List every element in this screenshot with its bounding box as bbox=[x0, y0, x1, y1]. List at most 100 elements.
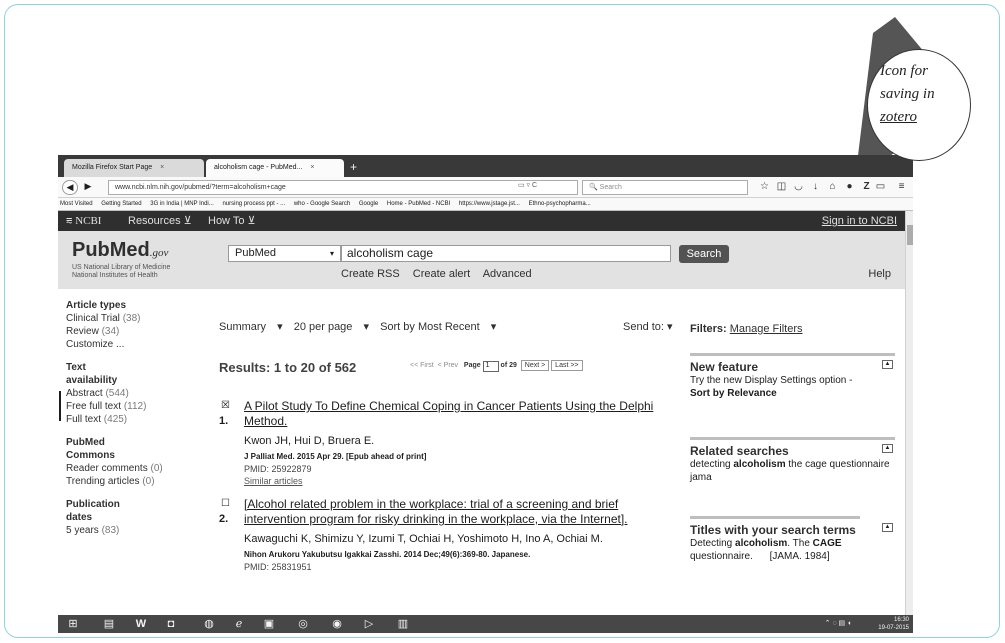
zotero-save-icon[interactable]: ▭ bbox=[874, 180, 887, 194]
resources-menu[interactable]: Resources ⊻ bbox=[128, 211, 192, 231]
advanced-link[interactable]: Advanced bbox=[483, 268, 532, 280]
search-button[interactable]: Search bbox=[679, 245, 729, 263]
page-number-input[interactable]: 1 bbox=[482, 361, 499, 372]
forward-icon[interactable]: ▶ bbox=[80, 180, 96, 195]
pubmed-logo[interactable]: PubMed.gov bbox=[72, 239, 168, 262]
result-checkbox[interactable]: ☒ bbox=[221, 399, 230, 412]
database-select[interactable]: PubMed ▾ bbox=[228, 245, 341, 262]
ncbi-logo[interactable]: ⩳ NCBI bbox=[66, 211, 101, 231]
close-tab-icon[interactable]: × bbox=[310, 164, 314, 171]
clock-date: 19-07-2015 bbox=[878, 625, 909, 631]
send-to-dropdown[interactable]: Send to: ▾ bbox=[623, 320, 673, 333]
page-total: of 29 bbox=[500, 362, 517, 369]
clock: 16:30 19-07-2015 bbox=[878, 616, 909, 632]
menu-icon[interactable]: ≡ bbox=[895, 180, 908, 194]
collapse-toggle-icon[interactable]: ▲ bbox=[882, 360, 893, 369]
bookmark-item[interactable]: who - Google Search bbox=[294, 201, 350, 207]
firefox-icon[interactable]: ◉ bbox=[326, 616, 348, 632]
bookmark-star-icon[interactable]: ☆ bbox=[758, 180, 771, 194]
download-icon[interactable]: ↓ bbox=[809, 180, 822, 194]
filter-link[interactable]: Trending articles (0) bbox=[66, 475, 206, 488]
new-feature-panel: New feature ▲ Try the new Display Settin… bbox=[690, 353, 895, 400]
next-page-button[interactable]: Next > bbox=[520, 360, 550, 371]
filter-link[interactable]: 5 years (83) bbox=[66, 524, 206, 537]
help-link[interactable]: Help bbox=[868, 268, 891, 280]
browser-search-input[interactable]: 🔍 Search bbox=[582, 180, 748, 195]
result-checkbox[interactable]: ☐ bbox=[221, 497, 230, 510]
result-title-link[interactable]: A Pilot Study To Define Chemical Coping … bbox=[244, 399, 674, 429]
create-rss-link[interactable]: Create RSS bbox=[341, 268, 400, 280]
panel-title: New feature bbox=[690, 353, 895, 374]
system-tray-icons[interactable]: ⌃ ◌ ▤ ◖ bbox=[818, 616, 858, 632]
title-match-link[interactable]: Detecting alcoholism. The CAGE questionn… bbox=[690, 537, 895, 563]
home-icon[interactable]: ⌂ bbox=[826, 180, 839, 194]
result-journal: J Palliat Med. 2015 Apr 29. [Epub ahead … bbox=[244, 452, 427, 461]
bookmark-item[interactable]: https://www.jstage.jst... bbox=[459, 201, 520, 207]
reading-list-icon[interactable]: ◫ bbox=[775, 180, 788, 194]
close-tab-icon[interactable]: × bbox=[160, 164, 164, 171]
result-title-link[interactable]: [Alcohol related problem in the workplac… bbox=[244, 497, 674, 527]
collapse-toggle-icon[interactable]: ▲ bbox=[882, 523, 893, 532]
similar-articles-link[interactable]: Similar articles bbox=[244, 475, 303, 488]
file-explorer-icon[interactable]: ▤ bbox=[98, 616, 120, 632]
sort-by-relevance-link[interactable]: Sort by Relevance bbox=[690, 387, 895, 400]
first-page-link[interactable]: << First bbox=[410, 362, 434, 369]
sort-dropdown[interactable]: Sort by Most Recent ▾ bbox=[380, 321, 496, 333]
new-tab-button[interactable]: + bbox=[350, 160, 357, 174]
bookmark-item[interactable]: Google bbox=[359, 201, 378, 207]
pocket-icon[interactable]: ◡ bbox=[792, 180, 805, 194]
manage-filters-link[interactable]: Manage Filters bbox=[730, 323, 803, 335]
bookmark-item[interactable]: Most Visited bbox=[60, 201, 93, 207]
word-icon[interactable]: W bbox=[130, 616, 152, 632]
windows-start-icon[interactable]: ⊞ bbox=[62, 616, 84, 632]
sign-in-link[interactable]: Sign in to NCBI bbox=[822, 211, 897, 231]
create-alert-link[interactable]: Create alert bbox=[413, 268, 470, 280]
bookmark-item[interactable]: 3G in India | MNP Indi... bbox=[150, 201, 213, 207]
media-player-icon[interactable]: ▷ bbox=[358, 616, 380, 632]
reload-icon[interactable]: ▭ ▿ C bbox=[518, 181, 537, 189]
app-icon[interactable]: ◎ bbox=[292, 616, 314, 632]
last-page-button[interactable]: Last >> bbox=[551, 360, 583, 371]
scrollbar-thumb[interactable] bbox=[907, 225, 913, 245]
app-icon[interactable]: ▥ bbox=[392, 616, 414, 632]
search-input[interactable]: alcoholism cage bbox=[341, 245, 671, 262]
window-icon[interactable]: ◘ bbox=[160, 616, 182, 632]
related-search-link[interactable]: detecting alcoholism the cage questionna… bbox=[690, 458, 895, 484]
tab-pubmed[interactable]: alcoholism cage - PubMed... × bbox=[206, 159, 344, 177]
tab-bar: Mozilla Firefox Start Page × alcoholism c… bbox=[58, 155, 913, 177]
filter-link[interactable]: Full text (425) bbox=[66, 413, 206, 426]
filter-link[interactable]: Review (34) bbox=[66, 325, 206, 338]
chat-icon[interactable]: ● bbox=[843, 180, 856, 194]
browser-screenshot: Mozilla Firefox Start Page × alcoholism c… bbox=[58, 155, 913, 633]
customize-link[interactable]: Customize ... bbox=[66, 338, 206, 351]
security-icon[interactable]: ◍ bbox=[198, 616, 220, 632]
scrollbar[interactable] bbox=[905, 211, 913, 615]
back-icon[interactable]: ◀ bbox=[62, 180, 78, 195]
tab-firefox-start[interactable]: Mozilla Firefox Start Page × bbox=[64, 159, 204, 177]
excel-icon[interactable]: ▣ bbox=[258, 616, 280, 632]
internet-explorer-icon[interactable]: ℯ bbox=[228, 616, 250, 632]
sort-label: Sort by Most Recent bbox=[380, 321, 480, 333]
title-text: Detecting bbox=[690, 538, 736, 549]
collapse-toggle-icon[interactable]: ▲ bbox=[882, 444, 893, 453]
summary-dropdown[interactable]: Summary ▾ bbox=[219, 321, 283, 333]
bookmark-item[interactable]: Getting Started bbox=[101, 201, 141, 207]
tab-label: Mozilla Firefox Start Page bbox=[72, 164, 153, 171]
filter-link[interactable]: Clinical Trial (38) bbox=[66, 312, 206, 325]
howto-menu[interactable]: How To ⊻ bbox=[208, 211, 256, 231]
prev-page-link[interactable]: < Prev bbox=[438, 362, 458, 369]
url-host: www.ncbi.nlm.nih.gov bbox=[115, 184, 183, 191]
url-bar[interactable]: www.ncbi.nlm.nih.gov/pubmed/?term=alcoho… bbox=[108, 180, 578, 195]
filter-link[interactable]: Abstract (544) bbox=[66, 387, 206, 400]
page-label: Page bbox=[463, 362, 481, 369]
bookmark-item[interactable]: Ethno-psychopharma... bbox=[529, 201, 591, 207]
filter-link[interactable]: Reader comments (0) bbox=[66, 462, 206, 475]
bookmark-item[interactable]: nursing process ppt - ... bbox=[222, 201, 285, 207]
filter-count: (34) bbox=[101, 326, 120, 337]
zotero-icon[interactable]: Z bbox=[860, 180, 873, 194]
filter-link[interactable]: Free full text (112) bbox=[66, 400, 206, 413]
callout-line: saving in bbox=[880, 86, 935, 102]
results-count: Results: 1 to 20 of 562 bbox=[219, 360, 357, 375]
bookmark-item[interactable]: Home - PubMed - NCBI bbox=[387, 201, 450, 207]
per-page-dropdown[interactable]: 20 per page ▾ bbox=[294, 321, 369, 333]
